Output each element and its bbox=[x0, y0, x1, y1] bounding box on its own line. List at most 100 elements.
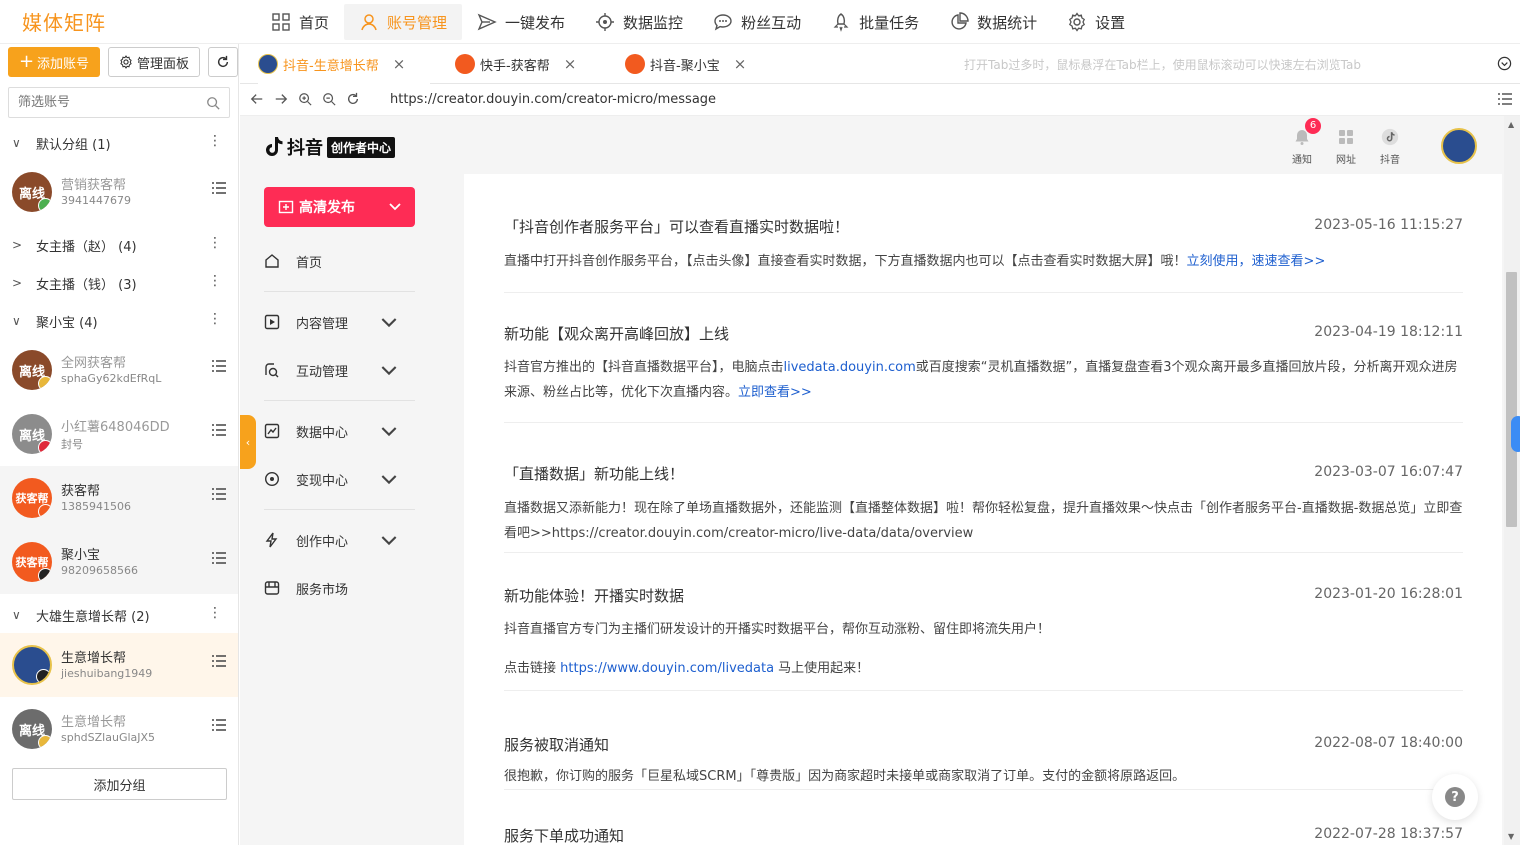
user-avatar[interactable] bbox=[1441, 128, 1477, 164]
tab-douyin-juxiaobao[interactable]: 抖音-聚小宝 × bbox=[625, 44, 770, 84]
nav-data-statistics[interactable]: 数据统计 bbox=[934, 4, 1052, 40]
tab-label: 抖音-聚小宝 bbox=[650, 58, 720, 74]
side-item-interaction[interactable]: 互动管理 bbox=[264, 356, 415, 384]
douyin-button[interactable]: 抖音 bbox=[1375, 128, 1405, 166]
menu-icon[interactable] bbox=[1498, 93, 1512, 105]
manage-panel-button[interactable]: 管理面板 bbox=[108, 47, 200, 77]
platform-badge-icon bbox=[38, 440, 52, 454]
filter-account-input[interactable] bbox=[9, 88, 199, 117]
side-item-create[interactable]: 创作中心 bbox=[264, 526, 415, 554]
side-item-monetize[interactable]: 变现中心 bbox=[264, 465, 415, 493]
close-icon[interactable]: × bbox=[564, 55, 577, 73]
scrollbar[interactable]: ▲ ▼ bbox=[1504, 116, 1520, 845]
message-item[interactable]: 服务被取消通知 2022-08-07 18:40:00 很抱歉，你订购的服务「巨… bbox=[504, 691, 1463, 790]
more-vertical-icon[interactable]: ⋮ bbox=[208, 274, 222, 288]
group-zhao[interactable]: > 女主播（赵） (4) ⋮ bbox=[0, 227, 238, 263]
side-float-handle[interactable] bbox=[1511, 416, 1520, 452]
tab-label: 抖音-生意增长帮 bbox=[283, 58, 379, 74]
scroll-up-icon[interactable]: ▲ bbox=[1508, 120, 1514, 129]
list-menu-icon[interactable] bbox=[212, 719, 226, 731]
chevron-down-icon bbox=[381, 318, 397, 328]
message-item[interactable]: 服务下单成功通知 2022-07-28 18:37:57 bbox=[504, 790, 1463, 845]
group-default[interactable]: ∨ 默认分组 (1) ⋮ bbox=[0, 125, 238, 161]
list-menu-icon[interactable] bbox=[212, 655, 226, 667]
message-time: 2023-04-19 18:12:11 bbox=[1314, 324, 1463, 340]
nav-fan-interaction[interactable]: 粉丝互动 bbox=[698, 4, 816, 40]
group-label: 女主播（赵） (4) bbox=[36, 239, 137, 255]
nav-home[interactable]: 首页 bbox=[256, 4, 344, 40]
close-icon[interactable]: × bbox=[393, 55, 406, 73]
message-item[interactable]: 新功能【观众离开高峰回放】上线 2023-04-19 18:12:11 抖音官方… bbox=[504, 293, 1463, 423]
reload-icon[interactable] bbox=[346, 92, 360, 106]
tab-kuaishou[interactable]: 快手-获客帮 × bbox=[455, 44, 600, 84]
nav-settings[interactable]: 设置 bbox=[1052, 4, 1140, 40]
site-link-button[interactable]: 网址 bbox=[1331, 128, 1361, 166]
link-livedata[interactable]: livedata.douyin.com bbox=[784, 360, 916, 375]
divider bbox=[264, 509, 415, 510]
help-button[interactable]: ? bbox=[1432, 774, 1478, 820]
chevron-down-circle-icon[interactable] bbox=[1497, 56, 1512, 71]
scroll-down-icon[interactable]: ▼ bbox=[1508, 832, 1514, 841]
message-item[interactable]: 「抖音创作者服务平台」可以查看直播实时数据啦！ 2023-05-16 11:15… bbox=[504, 174, 1463, 293]
url-field[interactable]: https://creator.douyin.com/creator-micro… bbox=[390, 92, 716, 107]
link-view-now[interactable]: 速速查看>> bbox=[1252, 254, 1326, 269]
zoom-out-icon[interactable] bbox=[322, 92, 336, 106]
side-item-content[interactable]: 内容管理 bbox=[264, 308, 415, 336]
more-vertical-icon[interactable]: ⋮ bbox=[208, 606, 222, 620]
zoom-in-icon[interactable] bbox=[298, 92, 312, 106]
link-view-now[interactable]: 立即查看>> bbox=[738, 385, 812, 400]
account-row[interactable]: 离线 生意增长帮 sphdSZlauGlaJX5 bbox=[0, 697, 238, 761]
back-icon[interactable] bbox=[250, 92, 264, 106]
nav-data-monitor[interactable]: 数据监控 bbox=[580, 4, 698, 40]
forward-icon[interactable] bbox=[274, 92, 288, 106]
group-label: 默认分组 (1) bbox=[36, 137, 111, 153]
tab-douyin-growth[interactable]: 抖音-生意增长帮 × bbox=[258, 44, 430, 84]
nav-label: 数据监控 bbox=[623, 13, 684, 32]
list-menu-icon[interactable] bbox=[212, 360, 226, 372]
list-menu-icon[interactable] bbox=[212, 488, 226, 500]
refresh-button[interactable] bbox=[208, 47, 238, 77]
more-vertical-icon[interactable]: ⋮ bbox=[208, 312, 222, 326]
message-title: 「抖音创作者服务平台」可以查看直播实时数据啦！ bbox=[504, 218, 850, 236]
list-menu-icon[interactable] bbox=[212, 552, 226, 564]
account-row[interactable]: 离线 全网获客帮 sphaGy62kdEfRqL bbox=[0, 338, 238, 402]
more-vertical-icon[interactable]: ⋮ bbox=[208, 236, 222, 250]
add-group-button[interactable]: 添加分组 bbox=[12, 768, 227, 800]
scrollbar-thumb[interactable] bbox=[1506, 272, 1517, 527]
message-item[interactable]: 新功能体验！开播实时数据 2023-01-20 16:28:01 抖音直播官方专… bbox=[504, 553, 1463, 691]
side-item-market[interactable]: 服务市场 bbox=[264, 574, 415, 602]
account-row[interactable]: 获客帮 聚小宝 98209658566 bbox=[0, 530, 238, 594]
chevron-down-icon[interactable] bbox=[375, 187, 415, 227]
notify-button[interactable]: 6 通知 bbox=[1287, 118, 1321, 166]
search-icon[interactable] bbox=[206, 96, 220, 110]
side-item-data[interactable]: 数据中心 bbox=[264, 417, 415, 445]
close-icon[interactable]: × bbox=[734, 55, 747, 73]
tab-label: 快手-获客帮 bbox=[480, 58, 550, 74]
list-menu-icon[interactable] bbox=[212, 182, 226, 194]
side-item-label: 内容管理 bbox=[296, 316, 349, 332]
more-vertical-icon[interactable]: ⋮ bbox=[208, 134, 222, 148]
account-row[interactable]: 离线 营销获客帮 3941447679 bbox=[0, 160, 238, 224]
list-menu-icon[interactable] bbox=[212, 424, 226, 436]
nav-account-management[interactable]: 账号管理 bbox=[344, 4, 463, 40]
nav-batch-tasks[interactable]: 批量任务 bbox=[816, 4, 934, 40]
account-row[interactable]: 获客帮 获客帮 1385941506 bbox=[0, 466, 238, 530]
side-item-home[interactable]: 首页 bbox=[264, 247, 415, 275]
group-juxiaobao[interactable]: ∨ 聚小宝 (4) ⋮ bbox=[0, 303, 238, 339]
douyin-logo[interactable]: 抖音 创作者中心 bbox=[264, 134, 396, 160]
nav-label: 首页 bbox=[299, 13, 330, 32]
account-row[interactable]: 离线 小红薯648046DD 封号 bbox=[0, 402, 238, 466]
account-row[interactable]: 生意增长帮 jieshuibang1949 bbox=[0, 633, 238, 697]
group-qian[interactable]: > 女主播（钱） (3) ⋮ bbox=[0, 265, 238, 301]
link-livedata[interactable]: https://www.douyin.com/livedata bbox=[560, 661, 774, 676]
collapse-panel-toggle[interactable]: ‹ bbox=[240, 415, 256, 469]
message-item[interactable]: 「直播数据」新功能上线！ 2023-03-07 16:07:47 直播数据又添新… bbox=[504, 423, 1463, 553]
douyin-label: 抖音 bbox=[1380, 155, 1400, 166]
link-use-now[interactable]: 立刻使用 bbox=[1187, 254, 1239, 269]
add-account-button[interactable]: + 添加账号 bbox=[8, 47, 100, 77]
group-daxiong[interactable]: ∨ 大雄生意增长帮 (2) ⋮ bbox=[0, 597, 238, 633]
nav-label: 批量任务 bbox=[859, 13, 920, 32]
hd-publish-button[interactable]: 高清发布 bbox=[264, 187, 415, 227]
douyin-badge-icon bbox=[38, 568, 52, 582]
nav-one-click-publish[interactable]: 一键发布 bbox=[462, 4, 580, 40]
